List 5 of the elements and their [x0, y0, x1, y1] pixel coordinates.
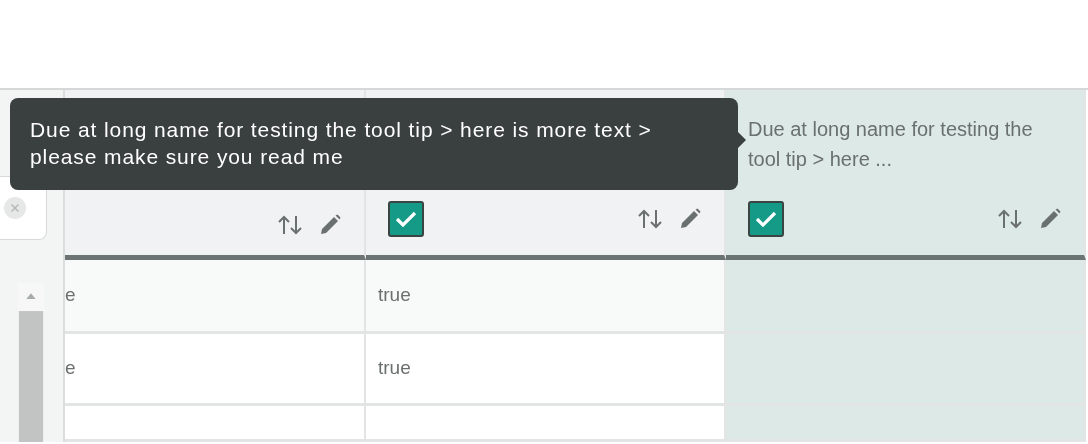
table-cell: e	[65, 260, 366, 334]
table-cell: e	[65, 334, 366, 406]
column-title: Due at long name for testing the tool tip > here ...	[748, 117, 1034, 172]
table-cell: true	[366, 260, 726, 334]
table-cell: true	[366, 334, 726, 406]
